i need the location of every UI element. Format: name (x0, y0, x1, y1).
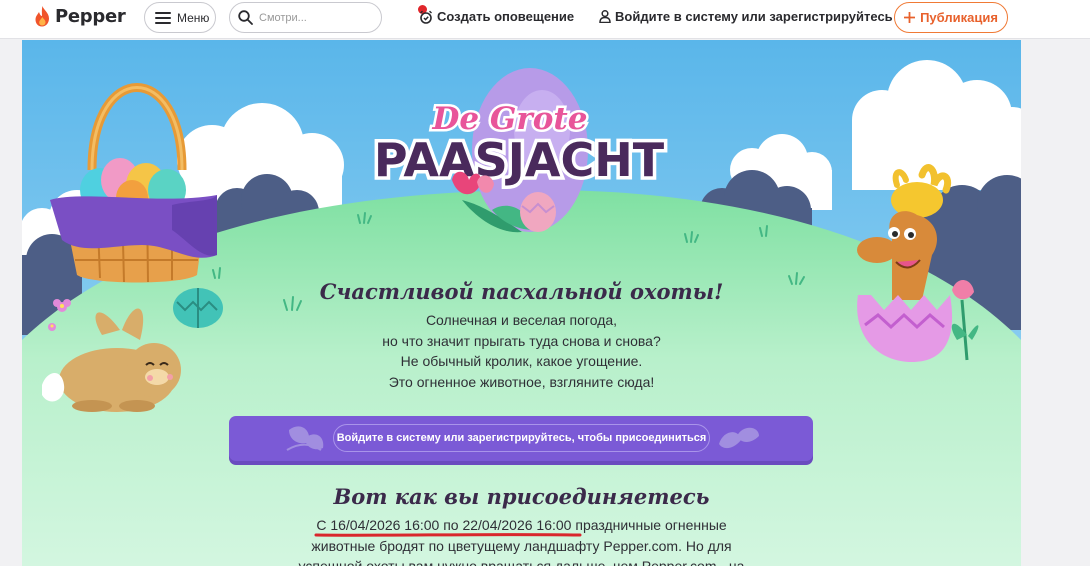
plus-icon (904, 12, 916, 23)
leaf-decoration-icon (286, 426, 324, 451)
flame-icon (35, 6, 49, 27)
search-input[interactable] (259, 11, 369, 24)
menu-label: Меню (177, 10, 210, 25)
intro-paragraph: Солнечная и веселая погода, но что значи… (22, 310, 1021, 392)
user-icon (599, 10, 611, 23)
create-alert-link[interactable]: Создать оповещение (419, 9, 574, 24)
intro-line-2: но что значит прыгать туда снова и снова… (382, 332, 661, 349)
login-register-link[interactable]: Войдите в систему или зарегистрируйтесь (599, 9, 893, 24)
intro-line-3: Не обычный кролик, какое угощение. (400, 353, 643, 369)
create-alert-label: Создать оповещение (437, 9, 575, 24)
easter-hunt-banner: De Grote PAASJACHT Счастливой пасхальной… (22, 40, 1021, 566)
hamburger-icon (155, 11, 171, 24)
publish-button[interactable]: Публикация (894, 2, 1008, 33)
happy-hunt-heading: Счастливой пасхальной охоты! (319, 279, 724, 304)
top-navigation-bar: Pepper Меню Создать оповещение Войд (0, 0, 1090, 39)
logo-title-line2: PAASJACHT (374, 133, 665, 187)
leaf-decoration-icon (719, 427, 759, 449)
logo-text: Pepper (55, 6, 126, 27)
login-to-join-button[interactable]: Войдите в систему или зарегистрируйтесь,… (333, 424, 710, 452)
how-line-1: С 16/04/2026 16:00 по 22/04/2026 16:00 п… (22, 515, 1021, 537)
how-line-3: успешной охоты вам нужно вращаться дальш… (298, 558, 745, 566)
event-date-range: С 16/04/2026 16:00 по 22/04/2026 16:00 (314, 515, 582, 537)
alarm-clock-icon (420, 10, 432, 24)
how-line-1-rest: праздничные огненные (571, 517, 727, 533)
how-line-2: животные бродят по цветущему ландшафту P… (311, 537, 732, 554)
login-register-label: Войдите в систему или зарегистрируйтесь (615, 9, 893, 24)
pepper-logo[interactable]: Pepper (34, 6, 126, 27)
red-underline-mark (314, 533, 582, 537)
intro-line-4: Это огненное животное, взгляните сюда! (388, 373, 655, 390)
search-icon (238, 10, 253, 25)
how-to-join-heading: Вот как вы присоединяетесь (333, 484, 710, 509)
join-cta-bar: Войдите в систему или зарегистрируйтесь,… (229, 416, 813, 461)
menu-button[interactable]: Меню (144, 2, 216, 33)
publish-label: Публикация (920, 10, 998, 25)
event-date-range-text: С 16/04/2026 16:00 по 22/04/2026 16:00 (316, 517, 572, 533)
how-to-join-paragraph: С 16/04/2026 16:00 по 22/04/2026 16:00 п… (22, 515, 1021, 566)
search-box[interactable] (229, 2, 382, 33)
intro-line-1: Солнечная и веселая погода, (425, 312, 618, 328)
logo-title-line1: De Grote (432, 101, 588, 137)
